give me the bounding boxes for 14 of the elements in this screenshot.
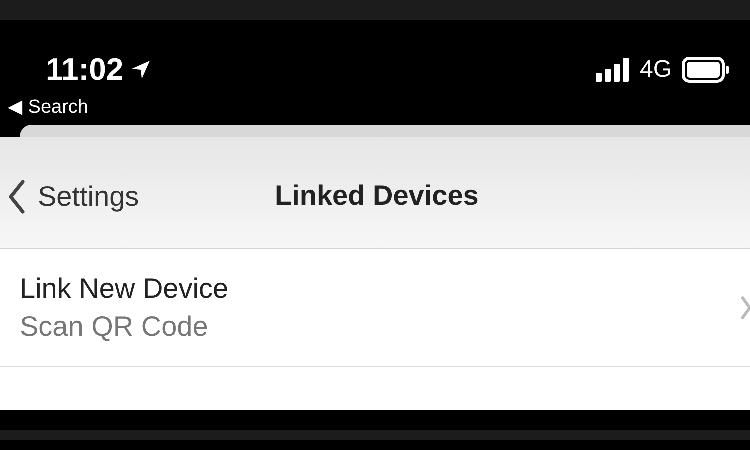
chevron-right-icon <box>740 294 750 320</box>
signal-icon <box>596 58 630 82</box>
chevron-left-icon <box>8 180 26 214</box>
location-arrow-icon <box>130 59 152 81</box>
navigation-title: Linked Devices <box>275 180 479 212</box>
back-to-app-link[interactable]: ◀ Search <box>8 95 152 119</box>
list-row[interactable]: Link New Device Scan QR Code <box>0 249 750 367</box>
battery-icon <box>682 57 730 83</box>
status-time: 11:02 <box>46 53 124 87</box>
back-button[interactable]: Settings <box>0 180 140 214</box>
back-label: Settings <box>38 180 140 212</box>
row-title: Link New Device <box>20 272 229 304</box>
network-label: 4G <box>640 56 672 84</box>
row-subtitle: Scan QR Code <box>20 310 210 342</box>
